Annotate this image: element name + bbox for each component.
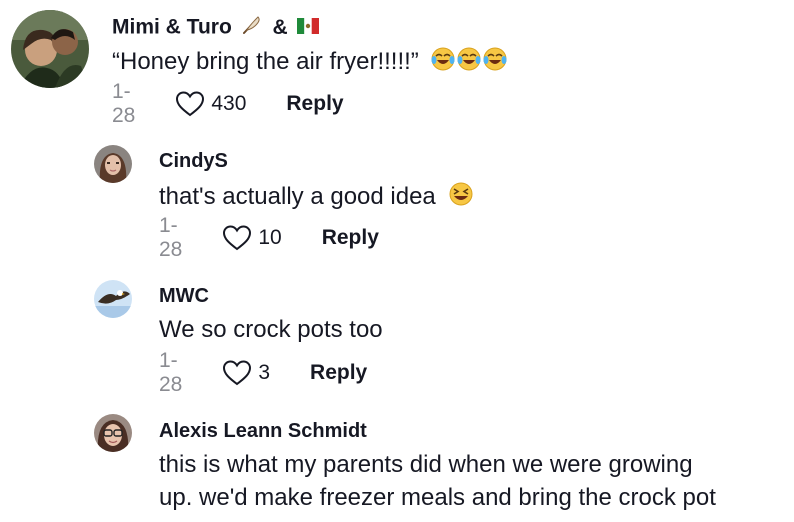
username[interactable]: MWC — [159, 285, 209, 308]
comment-text-line-2: up. we'd make freezer meals and bring th… — [159, 484, 716, 511]
mexico-flag-icon — [297, 16, 320, 40]
like-button[interactable]: 10 — [222, 224, 282, 252]
username-separator: & — [272, 15, 288, 39]
username-text[interactable]: Mimi & Turo — [112, 16, 232, 39]
comment-text: We so crock pots too — [159, 316, 383, 343]
heart-outline-icon[interactable] — [222, 359, 252, 387]
avatar[interactable] — [11, 10, 89, 88]
comment-date: 1-28 — [159, 214, 183, 261]
like-count: 10 — [258, 226, 282, 249]
avatar[interactable] — [94, 280, 132, 318]
username[interactable]: CindyS — [159, 150, 228, 173]
heart-outline-icon[interactable] — [175, 90, 205, 118]
comment-text-line-1: this is what my parents did when we were… — [159, 451, 693, 478]
like-button[interactable]: 3 — [222, 359, 270, 387]
avatar[interactable] — [94, 145, 132, 183]
like-count: 430 — [211, 92, 247, 115]
avatar[interactable] — [94, 414, 132, 452]
username[interactable]: Alexis Leann Schmidt — [159, 420, 367, 443]
username[interactable]: Mimi & Turo & — [112, 14, 320, 42]
feather-icon — [241, 14, 263, 42]
like-button[interactable]: 430 — [175, 90, 246, 118]
comment-text: “Honey bring the air fryer!!!!!” — [112, 46, 507, 79]
comment-text-content: that's actually a good idea — [159, 182, 436, 210]
comment-date: 1-28 — [112, 80, 136, 127]
grinning-squinting-face-emoji — [448, 181, 474, 214]
comment-text: that's actually a good idea — [159, 181, 474, 214]
reply-button[interactable]: Reply — [286, 92, 343, 116]
reply-button[interactable]: Reply — [310, 361, 367, 385]
face-with-tears-of-joy-emoji — [431, 46, 507, 79]
comment-meta: 1-28 3 Reply — [159, 349, 367, 396]
comment-text-content: “Honey bring the air fryer!!!!!” — [112, 47, 419, 75]
like-count: 3 — [258, 361, 271, 384]
comment-meta: 1-28 430 Reply — [112, 80, 344, 127]
comment-meta: 1-28 10 Reply — [159, 214, 379, 261]
heart-outline-icon[interactable] — [222, 224, 252, 252]
reply-button[interactable]: Reply — [322, 226, 379, 250]
comment-date: 1-28 — [159, 349, 183, 396]
